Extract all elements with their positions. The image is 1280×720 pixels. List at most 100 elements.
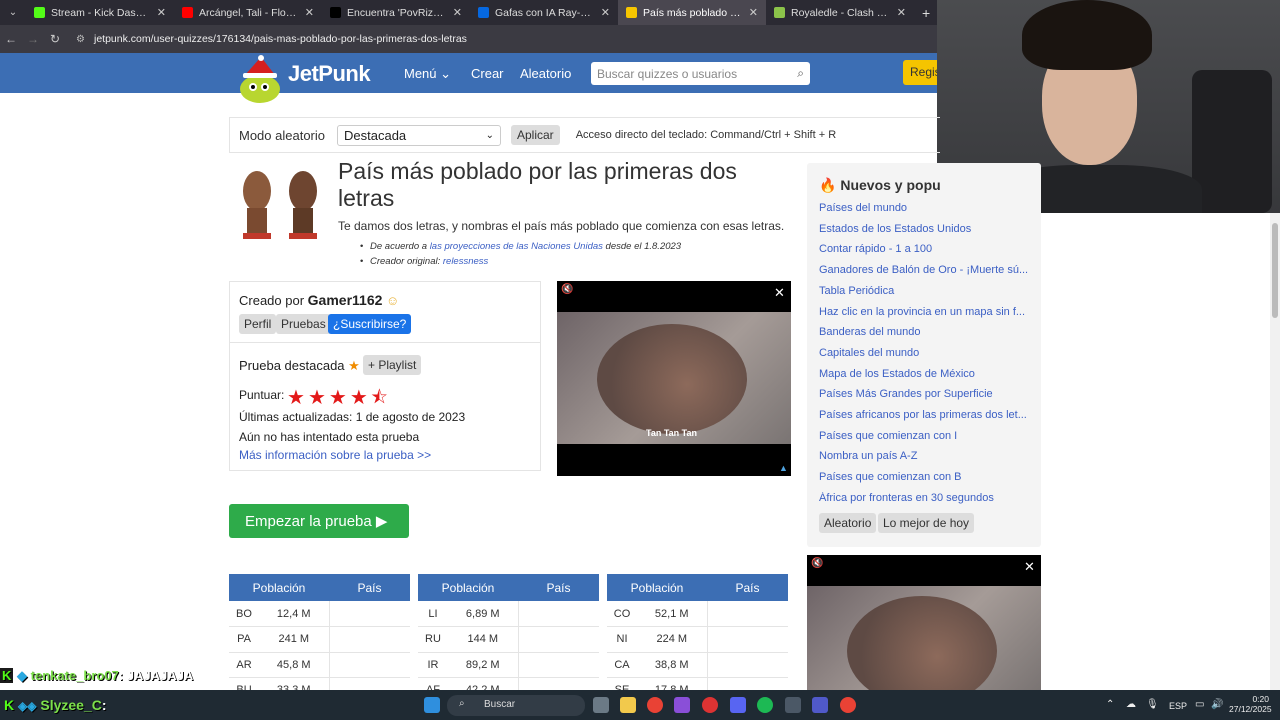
clock-date: 27/12/2025 [1229, 704, 1272, 714]
chrome-icon[interactable] [647, 697, 663, 713]
close-ad-icon-2[interactable]: ✕ [1024, 559, 1035, 575]
clock[interactable]: 0:20 27/12/2025 [1229, 694, 1272, 714]
quizzes-button[interactable]: Pruebas [276, 314, 331, 334]
app-icon[interactable] [785, 697, 801, 713]
sidebar-quiz-link[interactable]: Países del mundo [819, 202, 1034, 214]
nav-random[interactable]: Aleatorio [520, 66, 571, 81]
video-ad-2[interactable]: 🔇 ✕ [807, 555, 1041, 690]
ad-choices-icon[interactable]: ▲ [779, 463, 788, 473]
mic-icon[interactable]: 🎙 [1146, 699, 1159, 710]
verified-badge-icon: ◆ [17, 668, 28, 683]
mute-icon-2[interactable]: 🔇 [811, 558, 823, 569]
sidebar-quiz-link[interactable]: Haz clic en la provincia en un mapa sin … [819, 306, 1034, 318]
un-projections-link[interactable]: las proyecciones de las Naciones Unidas [430, 241, 603, 252]
tab-close-icon[interactable]: ✕ [453, 6, 462, 19]
browser-tab[interactable]: Stream - Kick Dashboard ✕ [26, 0, 174, 25]
more-info-link[interactable]: Más información sobre la prueba >> [239, 448, 431, 462]
forward-icon[interactable]: → [22, 32, 44, 46]
sidebar-quiz-link[interactable]: Países que comienzan con I [819, 430, 1034, 442]
tray-chevron-icon[interactable]: ⌃ [1106, 699, 1114, 710]
browser-tab[interactable]: Gafas con IA Ray-Ban Meta Sky ✕ [470, 0, 618, 25]
start-quiz-button[interactable]: Empezar la prueba ▶ [229, 504, 409, 538]
tab-close-icon[interactable]: ✕ [601, 6, 610, 19]
tab-close-icon[interactable]: ✕ [305, 6, 314, 19]
chrome-active-icon[interactable] [840, 697, 856, 713]
tab-search-icon[interactable]: ⌄ [0, 0, 26, 25]
country-answer-cell[interactable] [517, 601, 599, 627]
profile-button[interactable]: Perfil [239, 314, 277, 334]
sidebar-quiz-link[interactable]: Nombra un país A-Z [819, 450, 1034, 462]
sidebar-quiz-link[interactable]: Países que comienzan con B [819, 471, 1034, 483]
taskbar-search[interactable]: ⌕ Buscar [447, 695, 585, 716]
video-ad[interactable]: 🔇 ✕ Tan Tan Tan ▲ [557, 281, 791, 476]
copilot-icon[interactable] [674, 697, 690, 713]
onedrive-icon[interactable]: ☁ [1126, 699, 1136, 710]
search-box[interactable]: ⌕ [591, 62, 810, 85]
volume-icon[interactable]: 🔊 [1211, 699, 1223, 710]
subscribe-button[interactable]: ¿Suscribirse? [328, 314, 412, 334]
task-view-icon[interactable] [593, 697, 609, 713]
country-answer-cell[interactable] [517, 652, 599, 678]
sidebar-random-button[interactable]: Aleatorio [819, 513, 877, 533]
quiz-description: Te damos dos letras, y nombras el país m… [338, 219, 785, 233]
language-indicator[interactable]: ESP [1169, 701, 1187, 711]
file-explorer-icon[interactable] [620, 697, 636, 713]
search-input[interactable] [597, 66, 798, 81]
spotify-icon[interactable] [757, 697, 773, 713]
nav-create[interactable]: Crear [471, 66, 504, 81]
nav-menu[interactable]: Menú ⌄ [404, 66, 451, 82]
letters-cell: NI [607, 626, 637, 653]
country-answer-cell[interactable] [328, 626, 410, 653]
teams-icon[interactable] [812, 697, 828, 713]
logo-text[interactable]: JetPunk [288, 61, 371, 87]
reload-icon[interactable]: ↻ [44, 32, 66, 46]
page-scrollbar[interactable] [1270, 213, 1280, 690]
search-icon[interactable]: ⌕ [797, 66, 804, 81]
table-row: AR 45,8 M [229, 652, 410, 678]
tab-close-icon[interactable]: ✕ [897, 6, 906, 19]
playlist-button[interactable]: + Playlist [363, 355, 422, 375]
windows-start-icon[interactable] [424, 697, 440, 713]
country-answer-cell[interactable] [328, 601, 410, 627]
url-field[interactable]: ⚙ jetpunk.com/user-quizzes/176134/pais-m… [76, 28, 934, 50]
country-answer-cell[interactable] [706, 601, 788, 627]
browser-tab[interactable]: Arcángel, Tali - Flow Cabrón (V ✕ [174, 0, 322, 25]
browser-tab[interactable]: País más poblado por las prime ✕ [618, 0, 766, 25]
clock-time: 0:20 [1252, 694, 1269, 704]
sidebar-quiz-link[interactable]: Países Más Grandes por Superficie [819, 388, 1034, 400]
apply-button[interactable]: Aplicar [511, 125, 560, 145]
best-today-button[interactable]: Lo mejor de hoy [878, 513, 975, 533]
site-info-icon[interactable]: ⚙ [76, 34, 90, 45]
country-answer-cell[interactable] [706, 626, 788, 653]
tab-close-icon[interactable]: ✕ [157, 6, 166, 19]
register-button[interactable]: Regis [903, 60, 940, 85]
sidebar-quiz-link[interactable]: Estados de los Estados Unidos [819, 223, 1034, 235]
tab-close-icon[interactable]: ✕ [749, 6, 758, 19]
mute-icon[interactable]: 🔇 [561, 284, 573, 295]
sidebar-quiz-link[interactable]: Banderas del mundo [819, 326, 1034, 338]
country-answer-cell[interactable] [517, 626, 599, 653]
close-ad-icon[interactable]: ✕ [774, 285, 785, 301]
network-icon[interactable]: ▭ [1195, 699, 1204, 710]
browser-tab[interactable]: Encuentra 'PovRizzpañol' en Tik ✕ [322, 0, 470, 25]
country-answer-cell[interactable] [328, 652, 410, 678]
original-creator-link[interactable]: relessness [443, 256, 488, 267]
country-header: País [707, 574, 788, 601]
browser-tab[interactable]: Royaledle - Clash Royale Classi ✕ [766, 0, 914, 25]
jetpunk-mascot-logo[interactable] [235, 55, 295, 105]
obs-icon[interactable] [702, 697, 718, 713]
sidebar-quiz-link[interactable]: Países africanos por las primeras dos le… [819, 409, 1034, 421]
country-answer-cell[interactable] [706, 652, 788, 678]
creator-username[interactable]: Gamer1162 [308, 292, 383, 308]
discord-icon[interactable] [730, 697, 746, 713]
sidebar-quiz-link[interactable]: Mapa de los Estados de México [819, 368, 1034, 380]
sidebar-quiz-link[interactable]: Capitales del mundo [819, 347, 1034, 359]
new-tab-button[interactable]: + [914, 5, 938, 21]
sidebar-quiz-link[interactable]: Contar rápido - 1 a 100 [819, 243, 1034, 255]
sidebar-quiz-link[interactable]: África por fronteras en 30 segundos [819, 492, 1034, 504]
back-icon[interactable]: ← [0, 32, 22, 46]
population-header: Población [418, 574, 518, 601]
sidebar-quiz-link[interactable]: Tabla Periódica [819, 285, 1034, 297]
random-mode-select[interactable]: Destacada ⌄ [337, 124, 501, 146]
sidebar-quiz-link[interactable]: Ganadores de Balón de Oro - ¡Muerte sú..… [819, 264, 1034, 276]
